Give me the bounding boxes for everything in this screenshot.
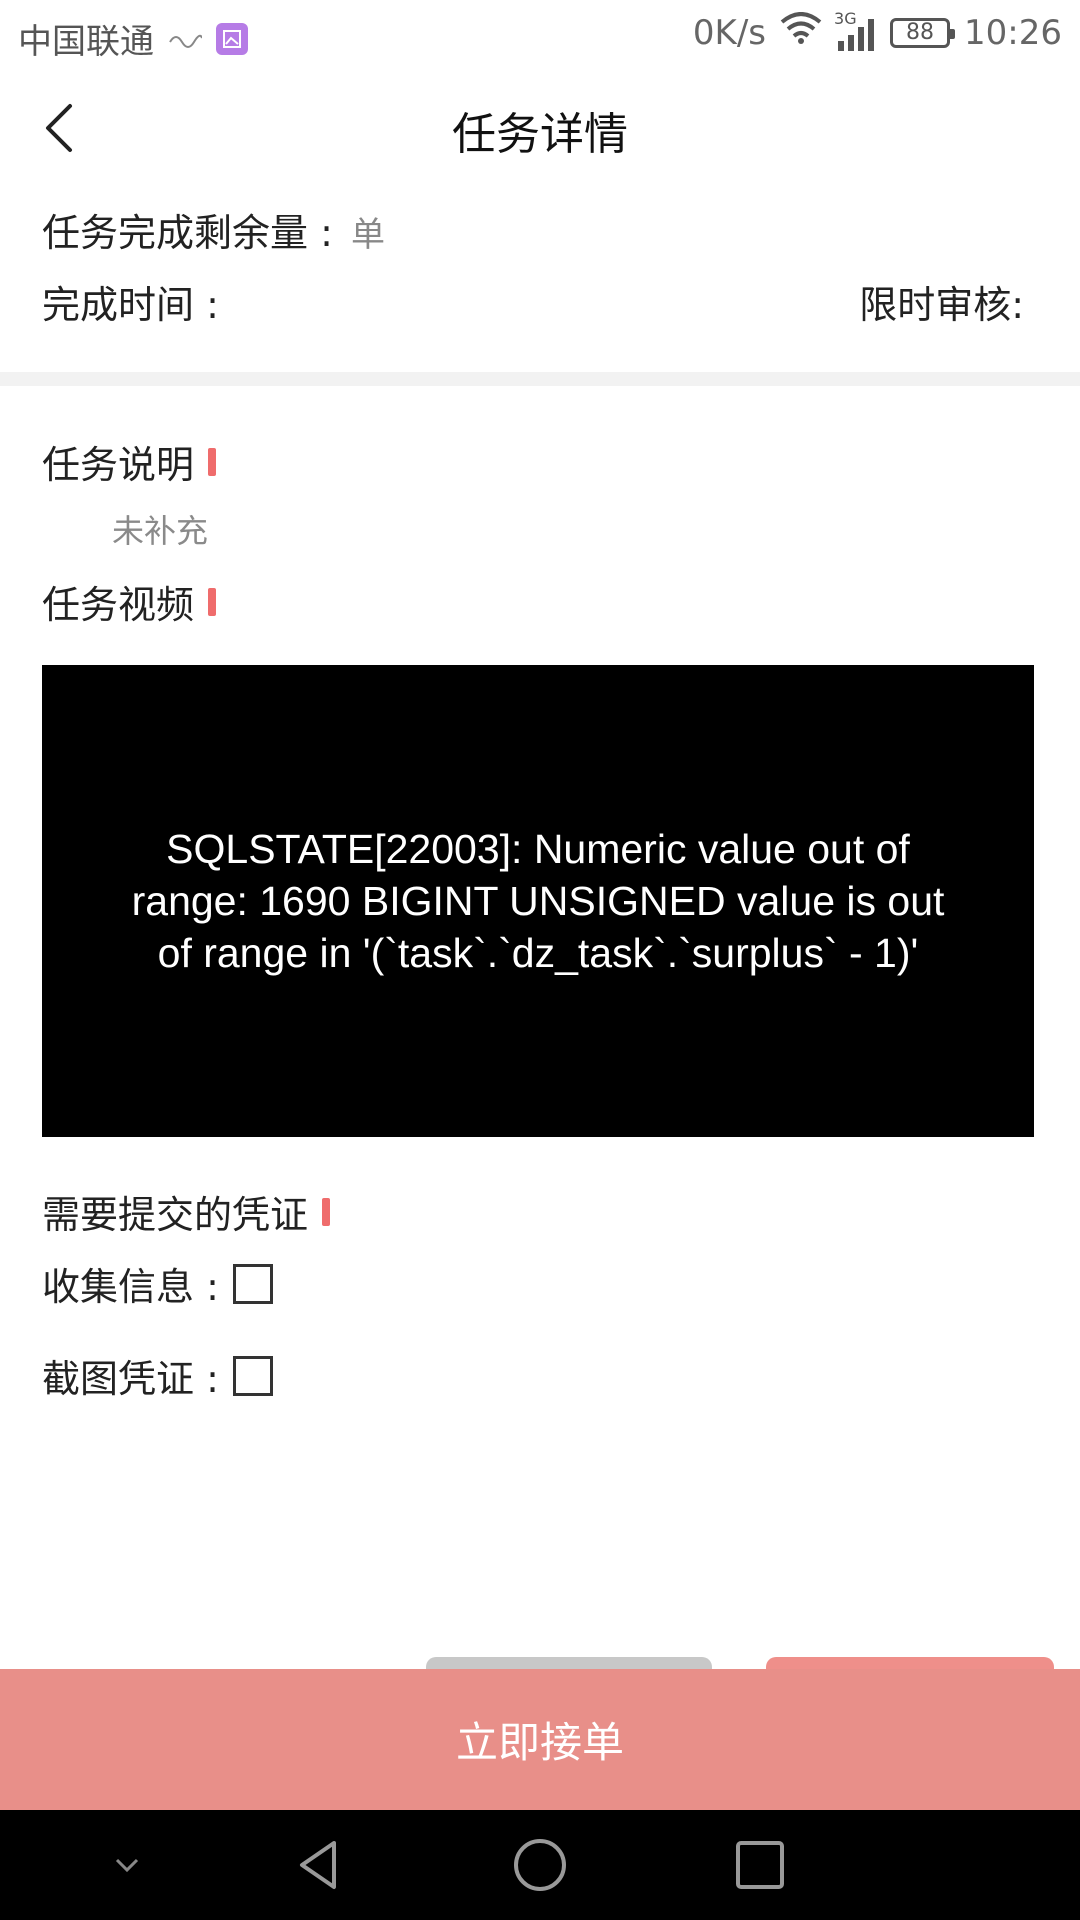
screen: 中国联通 0K/s 3G 88 10:26 任务详情 任务完成剩余量: 单 完… [0, 0, 1080, 1920]
video-player[interactable]: SQLSTATE[22003]: Numeric value out of ra… [42, 665, 1034, 1137]
remaining-label: 任务完成剩余量 : [42, 211, 333, 255]
system-nav-bar [0, 1810, 1080, 1920]
collect-info-checkbox[interactable] [232, 1263, 273, 1304]
proof-item-label: 截图凭证 : [42, 1357, 219, 1401]
proof-item-screenshot: 截图凭证 : [42, 1348, 273, 1403]
completion-time-label: 完成时间 : [42, 283, 219, 327]
status-right: 0K/s 3G 88 10:26 [692, 9, 1062, 53]
clock: 10:26 [964, 12, 1062, 53]
header: 任务详情 [0, 68, 1080, 186]
description-title-text: 任务说明 [42, 443, 195, 487]
accent-marker [208, 587, 217, 616]
signal-wave-icon [168, 19, 203, 59]
carrier-label: 中国联通 [18, 22, 154, 62]
gallery-notification-icon [216, 22, 248, 55]
description-section-title: 任务说明 [42, 434, 217, 489]
chevron-down-icon[interactable] [92, 1830, 162, 1900]
accent-marker [208, 447, 217, 476]
proof-item-label: 收集信息 : [42, 1265, 219, 1309]
status-bar: 中国联通 0K/s 3G 88 10:26 [0, 0, 1080, 68]
proof-item-collect-info: 收集信息 : [42, 1256, 273, 1311]
description-text: 未补充 [112, 512, 209, 550]
back-triangle-icon[interactable] [285, 1830, 355, 1900]
proof-title-text: 需要提交的凭证 [42, 1193, 309, 1237]
network-speed: 0K/s [692, 12, 767, 53]
audit-time-label: 限时审核: [859, 283, 1024, 327]
video-section-title: 任务视频 [42, 574, 217, 629]
wifi-icon [780, 12, 822, 53]
recents-square-icon[interactable] [725, 1830, 795, 1900]
home-circle-icon[interactable] [505, 1830, 575, 1900]
remaining-unit: 单 [350, 215, 385, 255]
cellular-signal-icon: 3G [834, 9, 876, 53]
accent-marker [322, 1197, 331, 1226]
remaining-count: 任务完成剩余量 : 单 [42, 202, 385, 257]
status-left: 中国联通 [18, 14, 248, 63]
video-title-text: 任务视频 [42, 583, 195, 627]
screenshot-checkbox[interactable] [232, 1355, 273, 1396]
proof-section-title: 需要提交的凭证 [42, 1184, 331, 1239]
page-title: 任务详情 [452, 109, 628, 160]
network-type: 3G [834, 8, 857, 28]
battery-icon: 88 [890, 17, 956, 48]
battery-level: 88 [906, 20, 935, 45]
section-divider [0, 372, 1080, 386]
video-error-message: SQLSTATE[22003]: Numeric value out of ra… [131, 826, 945, 976]
accept-task-button[interactable]: 立即接单 [0, 1669, 1080, 1810]
